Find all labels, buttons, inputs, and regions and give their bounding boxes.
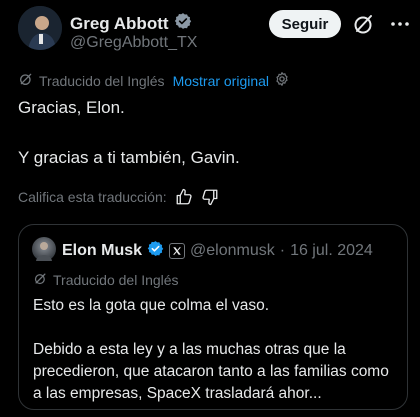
tweet-paragraph: Gracias, Elon.	[18, 98, 125, 117]
quoted-header: Elon Musk @elonmusk · 16 jul. 2024	[62, 240, 373, 261]
translation-notice: Traducido del Inglés Mostrar original	[18, 71, 290, 90]
quoted-author-name[interactable]: Elon Musk	[62, 242, 142, 260]
gear-icon[interactable]	[274, 71, 290, 90]
grok-icon[interactable]	[352, 12, 376, 36]
quoted-tweet[interactable]: Elon Musk @elonmusk · 16 jul. 2024 Tradu…	[18, 224, 408, 410]
author-name-row[interactable]: Greg Abbott	[70, 12, 192, 35]
quoted-translated-label: Traducido del Inglés	[53, 272, 179, 288]
tweet-paragraph: Y gracias a ti también, Gavin.	[18, 148, 240, 167]
quoted-date[interactable]: 16 jul. 2024	[290, 242, 373, 260]
follow-button[interactable]: Seguir	[269, 10, 341, 38]
thumbs-down-icon[interactable]	[201, 188, 219, 206]
rate-translation-label: Califica esta traducción:	[18, 189, 167, 205]
x-logo-icon	[169, 242, 186, 259]
rate-translation-row: Califica esta traducción:	[18, 188, 219, 206]
translate-icon	[18, 71, 34, 90]
quoted-separator: ·	[279, 241, 286, 259]
tweet-text: Gracias, Elon. Y gracias a ti también, G…	[18, 97, 408, 169]
author-handle[interactable]: @GregAbbott_TX	[70, 34, 197, 52]
quoted-author-handle[interactable]: @elonmusk	[190, 242, 275, 260]
quoted-author-avatar[interactable]	[32, 237, 56, 261]
thumbs-up-icon[interactable]	[175, 188, 193, 206]
verified-badge-icon	[147, 240, 164, 261]
author-avatar[interactable]	[18, 6, 62, 50]
quoted-text: Esto es la gota que colma el vaso. Debid…	[33, 295, 401, 405]
quoted-paragraph: Esto es la gota que colma el vaso.	[33, 297, 270, 314]
translate-icon	[33, 271, 48, 289]
show-original-link[interactable]: Mostrar original	[173, 73, 269, 89]
more-icon[interactable]	[388, 12, 412, 36]
author-name[interactable]: Greg Abbott	[70, 14, 169, 34]
quoted-paragraph: Debido a esta ley y a las muchas otras q…	[33, 341, 389, 402]
verified-badge-icon	[174, 12, 192, 35]
translated-label: Traducido del Inglés	[39, 72, 165, 89]
quoted-translation-notice: Traducido del Inglés	[33, 271, 179, 289]
